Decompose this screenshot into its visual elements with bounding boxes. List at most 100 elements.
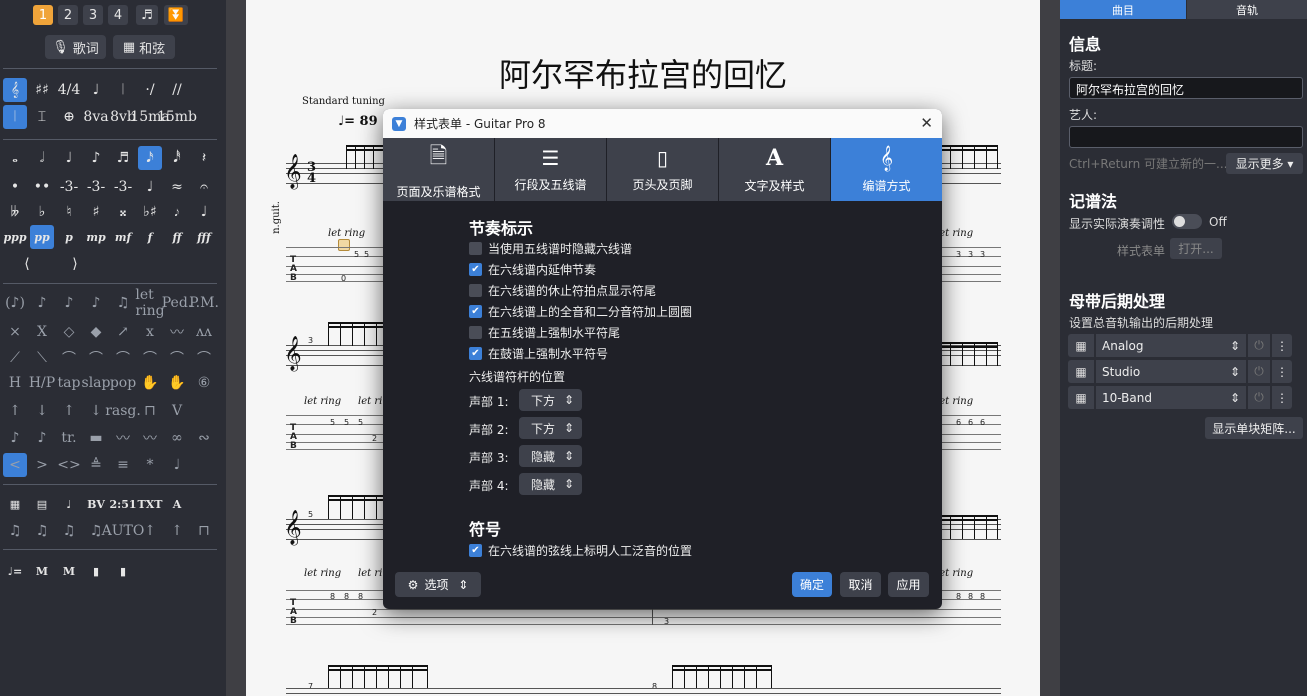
show-matrix-button[interactable]: 显示单块矩阵... (1205, 417, 1303, 439)
tab-notation[interactable]: 𝄞 编谱方式 (831, 138, 942, 201)
fx-slot-2[interactable]: ▦ Studio ⇕ ⏻ ⋮ (1068, 360, 1302, 383)
palette-effects4-6-icon[interactable]: ✋ (165, 371, 189, 395)
dialog-titlebar[interactable]: ▼ 样式表单 - Guitar Pro 8 ✕ (383, 109, 942, 138)
palette-effects3-6-icon[interactable]: ⌒ (165, 346, 189, 370)
palette-effects2-6-icon[interactable]: 〰 (165, 320, 189, 344)
page-button-3[interactable]: 3 (83, 5, 103, 25)
power-icon[interactable]: ⏻ (1248, 360, 1270, 383)
palette-dynamics-4-icon[interactable]: mf (111, 225, 135, 249)
palette-effects2-3-icon[interactable]: ◆ (84, 320, 108, 344)
palette-effects5-7-icon[interactable] (192, 399, 216, 423)
palette-dots-7-icon[interactable]: 𝄐 (192, 175, 216, 199)
palette-row1-5-icon[interactable]: ·/ (138, 78, 162, 102)
palette-effects6-6-icon[interactable]: ∞ (165, 426, 189, 450)
palette-effects5-0-icon[interactable]: ↑ (3, 399, 27, 423)
palette-accidentals-1-icon[interactable]: ♭ (30, 200, 54, 224)
checkbox-checked[interactable]: ✔ (469, 544, 482, 557)
checkbox[interactable] (469, 242, 482, 255)
palette-effects6-1-icon[interactable]: ♪ (30, 426, 54, 450)
tab-text-style[interactable]: A 文字及样式 (719, 138, 830, 201)
palette-dots-1-icon[interactable]: •• (30, 175, 54, 199)
power-icon[interactable]: ⏻ (1248, 386, 1270, 409)
palette-accidentals-6-icon[interactable]: 𝆕 (165, 200, 189, 224)
palette-row2-0-icon[interactable]: 𝄀 (3, 105, 27, 129)
palette-row2-3-icon[interactable]: 8va (83, 105, 108, 129)
palette-tools2-1-icon[interactable]: ♫ (30, 519, 54, 543)
palette-dots-4-icon[interactable]: -3- (111, 175, 135, 199)
palette-dynamics-5-icon[interactable]: f (138, 225, 162, 249)
palette-accidentals-5-icon[interactable]: ♭♯ (138, 200, 162, 224)
palette-effects1-2-icon[interactable]: ♪ (57, 291, 81, 315)
palette-dots-6-icon[interactable]: ≈ (165, 175, 189, 199)
palette-row1-0-icon[interactable]: 𝄞 (3, 78, 27, 102)
artist-field[interactable] (1069, 126, 1303, 148)
decrescendo-icon[interactable]: ⟩ (54, 254, 96, 274)
palette-tools1-3-icon[interactable]: BV (84, 492, 108, 516)
palette-effects2-1-icon[interactable]: X (30, 320, 54, 344)
palette-effects6-7-icon[interactable]: ∾ (192, 426, 216, 450)
checkbox-checked[interactable]: ✔ (469, 263, 482, 276)
palette-dots-5-icon[interactable]: ♩ (138, 175, 162, 199)
palette-accidentals-0-icon[interactable]: 𝄫 (3, 200, 27, 224)
palette-effects5-1-icon[interactable]: ↓ (30, 399, 54, 423)
tempo-marking[interactable]: ♩= 89 (338, 114, 378, 129)
palette-effects7-3-icon[interactable]: ≜ (84, 453, 108, 477)
title-field[interactable]: 阿尔罕布拉宫的回忆 (1069, 77, 1303, 99)
show-more-button[interactable]: 显示更多 ▾ (1226, 153, 1303, 174)
palette-dots-0-icon[interactable]: • (3, 175, 27, 199)
palette-effects5-5-icon[interactable]: ⊓ (138, 399, 162, 423)
palette-tools1-1-icon[interactable]: ▤ (30, 492, 54, 516)
palette-dynamics-3-icon[interactable]: mp (84, 225, 108, 249)
palette-notes-1-icon[interactable]: 𝅗𝅥 (30, 146, 54, 170)
palette-tools3-0-icon[interactable]: ♩= (3, 559, 27, 583)
tab-systems-staves[interactable]: ☰ 行段及五线谱 (495, 138, 606, 201)
palette-tools2-0-icon[interactable]: ♫ (3, 519, 27, 543)
palette-effects2-5-icon[interactable]: x (138, 320, 162, 344)
palette-notes-7-icon[interactable]: 𝄽 (192, 146, 216, 170)
palette-tools2-5-icon[interactable]: ↑ (138, 519, 162, 543)
palette-accidentals-2-icon[interactable]: ♮ (57, 200, 81, 224)
palette-notes-0-icon[interactable]: 𝅝 (3, 146, 27, 170)
apply-button[interactable]: 应用 (888, 572, 929, 597)
palette-effects4-5-icon[interactable]: ✋ (138, 371, 162, 395)
palette-effects6-2-icon[interactable]: tr. (57, 426, 81, 450)
palette-tools2-2-icon[interactable]: ♫ (57, 519, 81, 543)
palette-effects4-2-icon[interactable]: tap (57, 371, 81, 395)
palette-notes-2-icon[interactable]: ♩ (57, 146, 81, 170)
palette-effects7-2-icon[interactable]: <> (57, 453, 81, 477)
palette-notes-5-icon[interactable]: 𝅘𝅥𝅯 (138, 146, 162, 170)
palette-tools3-1-icon[interactable]: M (30, 559, 54, 583)
option-hide-tab[interactable]: 当使用五线谱时隐藏六线谱 (469, 240, 632, 257)
palette-accidentals-3-icon[interactable]: ♯ (84, 200, 108, 224)
palette-tools3-2-icon[interactable]: M (57, 559, 81, 583)
palette-dynamics-0-icon[interactable]: ppp (3, 225, 27, 249)
palette-notes-3-icon[interactable]: ♪ (84, 146, 108, 170)
palette-effects3-3-icon[interactable]: ⌒ (84, 346, 108, 370)
page-button-2[interactable]: 2 (58, 5, 78, 25)
palette-effects7-5-icon[interactable]: * (138, 453, 162, 477)
tab-header-footer[interactable]: ▯ 页头及页脚 (607, 138, 718, 201)
palette-tools1-5-icon[interactable]: TXT (138, 492, 163, 516)
collapse-icon[interactable]: ⏬ (164, 5, 188, 25)
options-button[interactable]: ⚙ 选项 ⇕ (395, 572, 481, 597)
palette-row1-4-icon[interactable]: 𝄀 (111, 78, 135, 102)
palette-effects5-6-icon[interactable]: V (165, 399, 189, 423)
option-rest-stems[interactable]: 在六线谱的休止符拍点显示符尾 (469, 282, 656, 299)
tab-song[interactable]: 曲目 (1060, 0, 1186, 19)
palette-effects6-5-icon[interactable]: 〰 (138, 426, 162, 450)
chords-button[interactable]: ▦ 和弦 (113, 35, 175, 59)
ok-button[interactable]: 确定 (792, 572, 832, 597)
palette-effects4-0-icon[interactable]: H (3, 371, 27, 395)
crescendo-icon[interactable]: ⟨ (6, 254, 48, 274)
open-stylesheet-button[interactable]: 打开... (1170, 238, 1222, 259)
palette-effects7-0-icon[interactable]: < (3, 453, 27, 477)
more-icon[interactable]: ⋮ (1272, 360, 1292, 383)
palette-row1-1-icon[interactable]: ♯♯ (30, 78, 54, 102)
palette-effects3-0-icon[interactable]: ⟋ (3, 346, 27, 370)
fx-slot-3[interactable]: ▦ 10-Band ⇕ ⏻ ⋮ (1068, 386, 1302, 409)
palette-effects2-4-icon[interactable]: ↗ (111, 320, 135, 344)
option-harmonics[interactable]: ✔ 在六线谱的弦线上标明人工泛音的位置 (469, 542, 692, 559)
voice-4-select[interactable]: 隐藏 ⇕ (519, 473, 582, 495)
palette-effects2-7-icon[interactable]: ᴧᴧ (192, 320, 216, 344)
option-extend-rhythm[interactable]: ✔ 在六线谱内延伸节奏 (469, 261, 596, 278)
